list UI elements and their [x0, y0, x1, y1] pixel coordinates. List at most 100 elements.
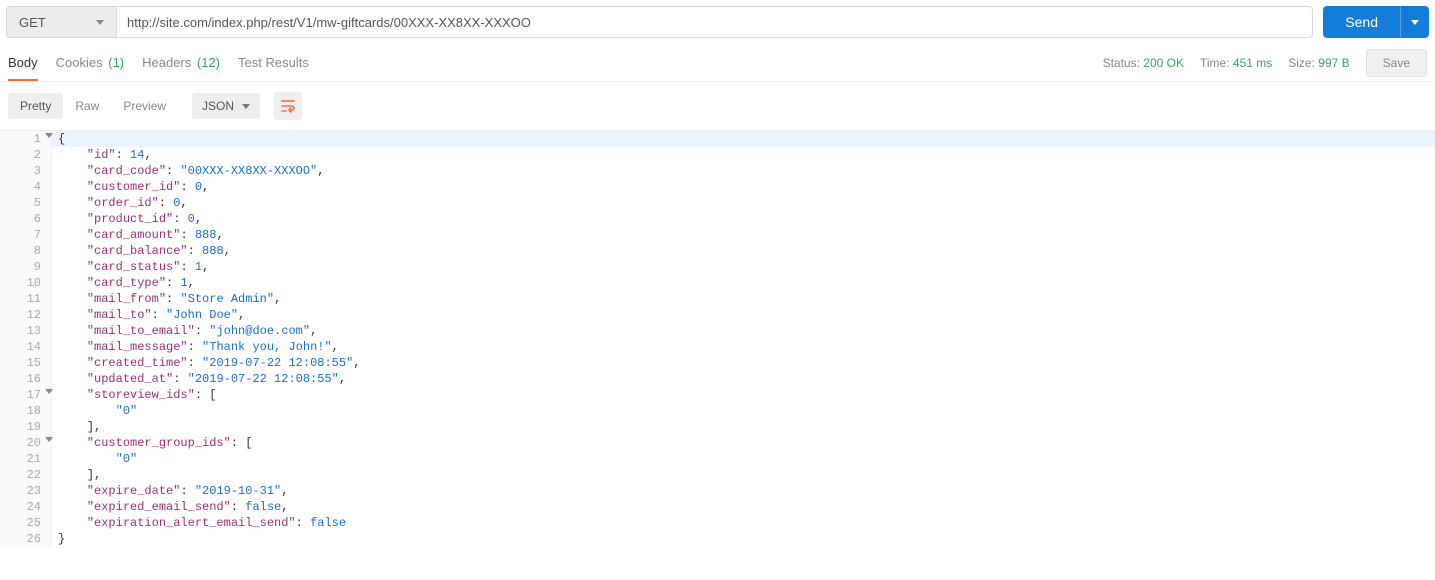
- url-input[interactable]: [116, 6, 1313, 38]
- fold-icon[interactable]: [45, 437, 53, 442]
- code-line: 26}: [0, 531, 1435, 547]
- line-number: 25: [0, 515, 52, 531]
- code-line: 16 "updated_at": "2019-07-22 12:08:55",: [0, 371, 1435, 387]
- view-pretty[interactable]: Pretty: [8, 93, 63, 119]
- line-number: 11: [0, 291, 52, 307]
- code-content: "created_time": "2019-07-22 12:08:55",: [52, 355, 360, 371]
- line-number: 17: [0, 387, 52, 403]
- chevron-down-icon: [1411, 20, 1419, 25]
- line-number: 9: [0, 259, 52, 275]
- time-label: Time:: [1200, 56, 1230, 70]
- wrap-lines-icon: [280, 98, 296, 114]
- tab-cookies[interactable]: Cookies (1): [56, 45, 124, 81]
- tab-test-results[interactable]: Test Results: [238, 45, 309, 81]
- time-value: 451 ms: [1233, 56, 1272, 70]
- line-number: 26: [0, 531, 52, 547]
- code-content: "card_amount": 888,: [52, 227, 224, 243]
- code-content: "mail_message": "Thank you, John!",: [52, 339, 339, 355]
- view-raw[interactable]: Raw: [63, 93, 111, 119]
- code-line: 23 "expire_date": "2019-10-31",: [0, 483, 1435, 499]
- line-number: 20: [0, 435, 52, 451]
- code-content: ],: [52, 419, 101, 435]
- cookies-count: (1): [108, 55, 124, 70]
- code-content: "id": 14,: [52, 147, 152, 163]
- send-dropdown-button[interactable]: [1401, 6, 1429, 38]
- code-content: "order_id": 0,: [52, 195, 188, 211]
- line-number: 2: [0, 147, 52, 163]
- code-line: 21 "0": [0, 451, 1435, 467]
- line-wrap-button[interactable]: [274, 92, 302, 120]
- response-body-viewer[interactable]: 1{2 "id": 14,3 "card_code": "00XXX-XX8XX…: [0, 130, 1435, 547]
- code-content: "mail_from": "Store Admin",: [52, 291, 281, 307]
- code-content: "updated_at": "2019-07-22 12:08:55",: [52, 371, 346, 387]
- line-number: 22: [0, 467, 52, 483]
- tab-headers-label: Headers: [142, 55, 191, 70]
- line-number: 1: [0, 131, 52, 147]
- http-method-value: GET: [19, 15, 46, 30]
- format-value: JSON: [202, 99, 234, 113]
- view-preview[interactable]: Preview: [111, 93, 178, 119]
- code-line: 15 "created_time": "2019-07-22 12:08:55"…: [0, 355, 1435, 371]
- code-line: 7 "card_amount": 888,: [0, 227, 1435, 243]
- code-content: "0": [52, 403, 137, 419]
- code-line: 13 "mail_to_email": "john@doe.com",: [0, 323, 1435, 339]
- tab-headers[interactable]: Headers (12): [142, 45, 220, 81]
- code-line: 14 "mail_message": "Thank you, John!",: [0, 339, 1435, 355]
- code-line: 10 "card_type": 1,: [0, 275, 1435, 291]
- response-meta-row: Body Cookies (1) Headers (12) Test Resul…: [0, 44, 1435, 82]
- code-line: 12 "mail_to": "John Doe",: [0, 307, 1435, 323]
- request-bar: GET Send: [0, 0, 1435, 44]
- view-mode-group: Pretty Raw Preview: [8, 93, 178, 119]
- save-response-button[interactable]: Save: [1366, 49, 1427, 77]
- code-content: "expired_email_send": false,: [52, 499, 288, 515]
- chevron-down-icon: [242, 104, 250, 109]
- line-number: 13: [0, 323, 52, 339]
- line-number: 19: [0, 419, 52, 435]
- line-number: 21: [0, 451, 52, 467]
- fold-icon[interactable]: [45, 389, 53, 394]
- chevron-down-icon: [96, 20, 104, 25]
- send-button[interactable]: Send: [1323, 6, 1401, 38]
- code-content: "card_status": 1,: [52, 259, 209, 275]
- headers-count: (12): [197, 55, 220, 70]
- code-line: 24 "expired_email_send": false,: [0, 499, 1435, 515]
- fold-icon[interactable]: [45, 133, 53, 138]
- size-value: 997 B: [1318, 56, 1349, 70]
- line-number: 4: [0, 179, 52, 195]
- line-number: 18: [0, 403, 52, 419]
- code-content: }: [52, 531, 65, 547]
- response-status-area: Status: 200 OK Time: 451 ms Size: 997 B …: [1103, 49, 1427, 77]
- line-number: 16: [0, 371, 52, 387]
- tab-cookies-label: Cookies: [56, 55, 103, 70]
- code-content: "mail_to": "John Doe",: [52, 307, 245, 323]
- status-label: Status:: [1103, 56, 1140, 70]
- code-content: "customer_group_ids": [: [52, 435, 252, 451]
- response-tabs: Body Cookies (1) Headers (12) Test Resul…: [8, 45, 309, 81]
- code-content: "card_code": "00XXX-XX8XX-XXXOO",: [52, 163, 324, 179]
- http-method-select[interactable]: GET: [6, 6, 116, 38]
- format-select[interactable]: JSON: [192, 93, 260, 119]
- code-content: "product_id": 0,: [52, 211, 202, 227]
- line-number: 12: [0, 307, 52, 323]
- line-number: 24: [0, 499, 52, 515]
- code-content: {: [52, 131, 65, 147]
- line-number: 7: [0, 227, 52, 243]
- code-line: 4 "customer_id": 0,: [0, 179, 1435, 195]
- line-number: 5: [0, 195, 52, 211]
- code-line: 19 ],: [0, 419, 1435, 435]
- time-block: Time: 451 ms: [1200, 56, 1272, 70]
- code-line: 22 ],: [0, 467, 1435, 483]
- send-button-group: Send: [1323, 6, 1429, 38]
- status-block: Status: 200 OK: [1103, 56, 1184, 70]
- tab-body[interactable]: Body: [8, 45, 38, 81]
- line-number: 10: [0, 275, 52, 291]
- code-line: 9 "card_status": 1,: [0, 259, 1435, 275]
- size-block: Size: 997 B: [1288, 56, 1349, 70]
- status-value: 200 OK: [1143, 56, 1184, 70]
- code-content: "0": [52, 451, 137, 467]
- code-line: 11 "mail_from": "Store Admin",: [0, 291, 1435, 307]
- code-content: ],: [52, 467, 101, 483]
- line-number: 6: [0, 211, 52, 227]
- line-number: 14: [0, 339, 52, 355]
- code-line: 5 "order_id": 0,: [0, 195, 1435, 211]
